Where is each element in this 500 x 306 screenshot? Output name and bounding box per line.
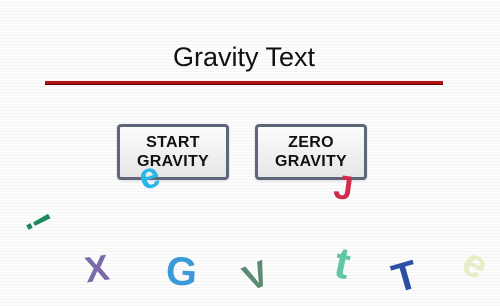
start-gravity-button[interactable]: START GRAVITY: [117, 124, 229, 180]
falling-letter-t[interactable]: t: [330, 238, 355, 289]
title-divider: [45, 81, 443, 85]
falling-letter-g[interactable]: G: [165, 249, 199, 295]
page-title: Gravity Text: [172, 42, 316, 72]
falling-letter-v[interactable]: V: [237, 252, 275, 299]
falling-letter-e-pale[interactable]: e: [455, 239, 495, 288]
falling-letter-exclamation[interactable]: !: [18, 207, 60, 237]
falling-letter-x[interactable]: X: [82, 247, 111, 291]
falling-letter-j[interactable]: J: [331, 168, 355, 208]
zero-gravity-label: ZERO GRAVITY: [274, 134, 348, 170]
falling-letter-capital-t[interactable]: T: [387, 252, 423, 301]
